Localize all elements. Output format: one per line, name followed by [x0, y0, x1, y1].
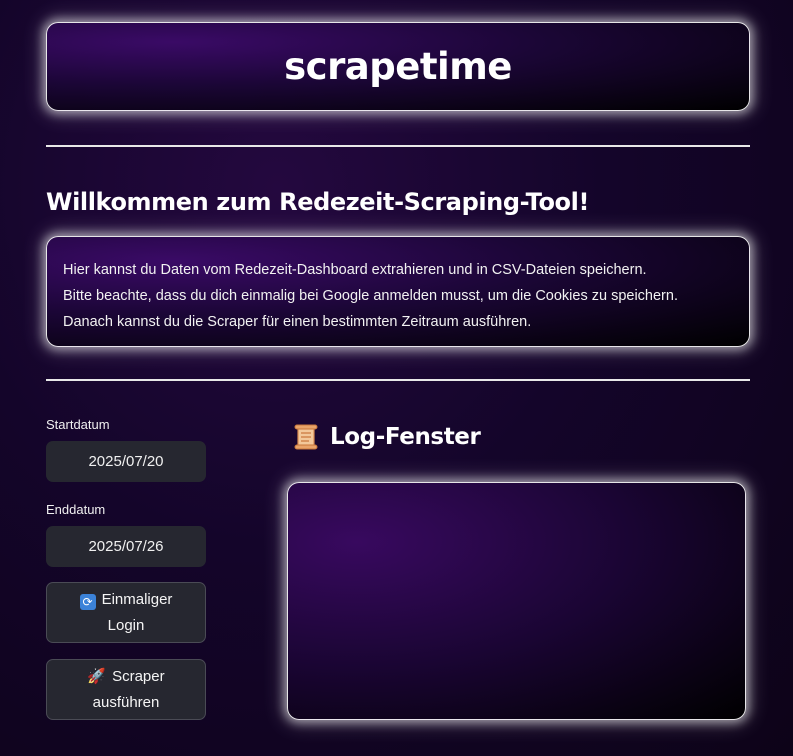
run-scraper-button[interactable]: 🚀 Scraper ausführen — [46, 659, 206, 720]
refresh-icon: ⟳ — [79, 594, 96, 610]
log-heading: Log-Fenster — [291, 422, 481, 452]
start-date-input[interactable] — [46, 441, 206, 482]
login-button-label-1: Einmaliger — [101, 591, 173, 608]
title-banner: scrapetime — [46, 22, 750, 111]
app-title: scrapetime — [284, 45, 512, 88]
rocket-icon: 🚀 — [87, 668, 107, 685]
welcome-heading: Willkommen zum Redezeit-Scraping-Tool! — [46, 188, 590, 216]
info-line: Danach kannst du die Scraper für einen b… — [63, 314, 532, 330]
login-button-label-2: Login — [107, 617, 145, 634]
end-date-input[interactable] — [46, 526, 206, 567]
scroll-icon — [294, 424, 318, 450]
info-line: Bitte beachte, dass du dich einmalig bei… — [63, 288, 678, 304]
scraper-button-label-2: ausführen — [92, 694, 160, 711]
log-window[interactable] — [287, 482, 746, 720]
start-date-label: Startdatum — [46, 417, 110, 432]
info-line: Hier kannst du Daten vom Redezeit-Dashbo… — [63, 262, 647, 278]
info-box: Hier kannst du Daten vom Redezeit-Dashbo… — [46, 236, 750, 347]
login-button[interactable]: ⟳ Einmaliger Login — [46, 582, 206, 643]
divider — [46, 145, 750, 147]
scraper-button-label-1: Scraper — [112, 668, 165, 685]
divider — [46, 379, 750, 381]
end-date-label: Enddatum — [46, 502, 106, 517]
log-title: Log-Fenster — [330, 424, 481, 450]
